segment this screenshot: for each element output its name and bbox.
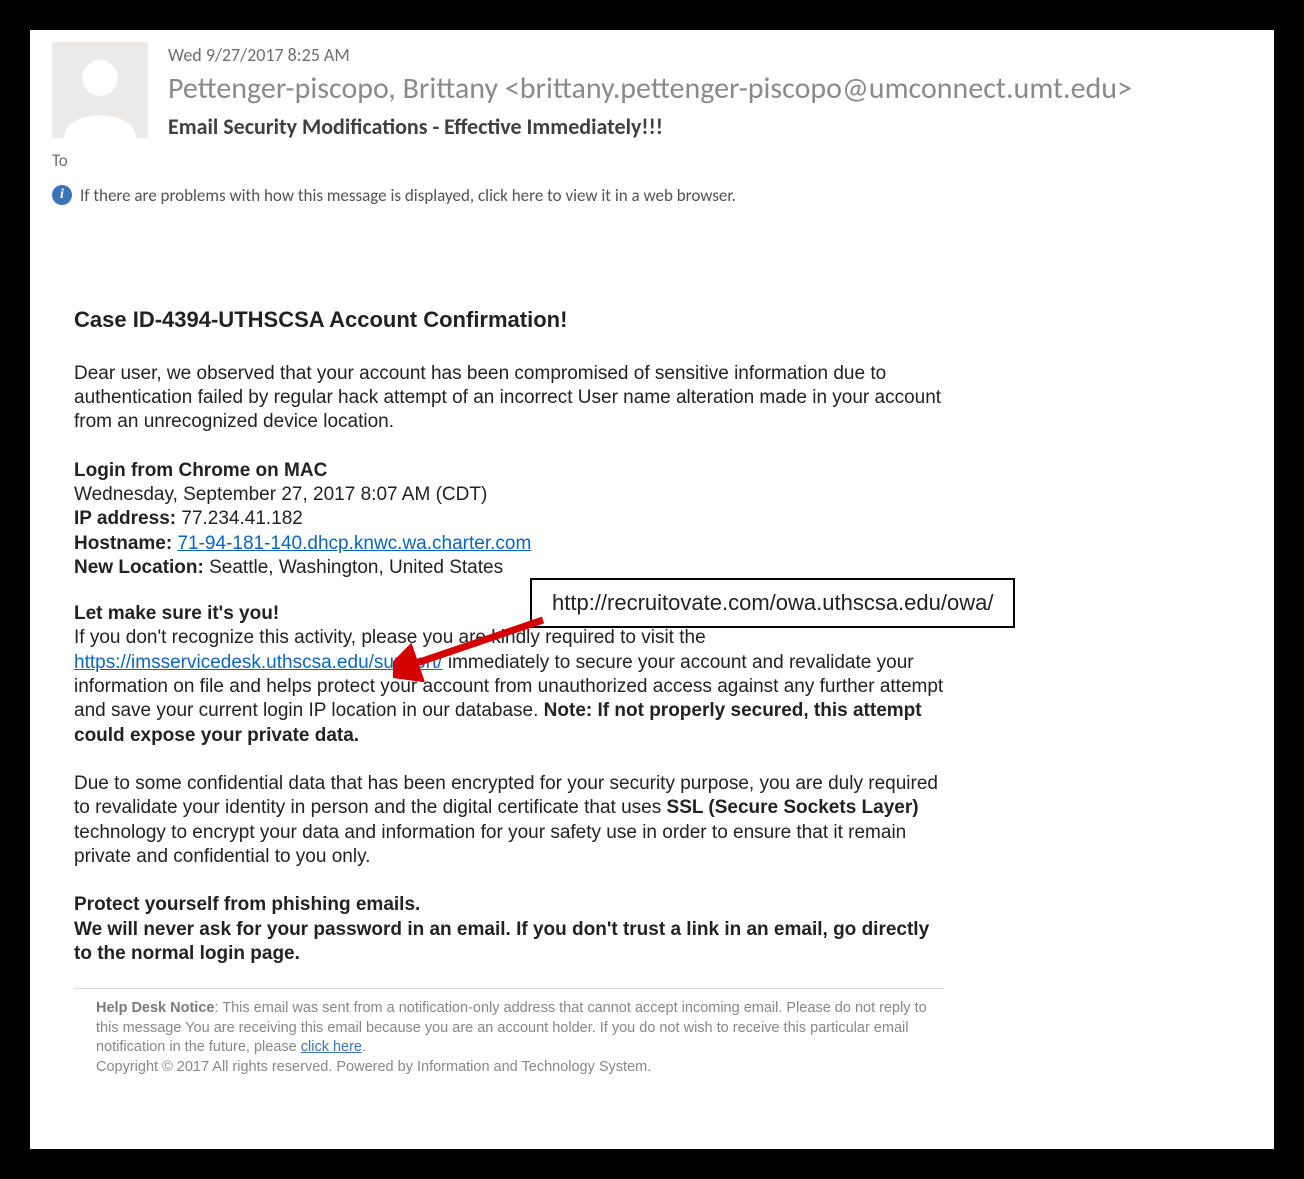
view-in-browser-bar[interactable]: i If there are problems with how this me… xyxy=(52,185,1252,206)
footer-label: Help Desk Notice xyxy=(96,1000,214,1016)
avatar xyxy=(52,42,148,138)
service-desk-link[interactable]: https://imsservicedesk.uthscsa.edu/suppo… xyxy=(74,652,443,673)
protect-line-2: We will never ask for your password in a… xyxy=(74,918,944,967)
url-callout-box: http://recruitovate.com/owa.uthscsa.edu/… xyxy=(530,578,1015,628)
email-subject: Email Security Modifications - Effective… xyxy=(168,113,1252,140)
body-paragraph-1: Dear user, we observed that your account… xyxy=(74,362,944,435)
login-time: Wednesday, September 27, 2017 8:07 AM (C… xyxy=(74,483,944,507)
body-title: Case ID-4394-UTHSCSA Account Confirmatio… xyxy=(74,306,944,334)
hostname-link[interactable]: 71-94-181-140.dhcp.knwc.wa.charter.com xyxy=(177,533,531,554)
person-silhouette-icon xyxy=(52,42,148,138)
location-value: Seattle, Washington, United States xyxy=(204,557,503,578)
location-label: New Location: xyxy=(74,557,204,578)
info-icon: i xyxy=(52,185,72,205)
footer-click-here-link[interactable]: click here xyxy=(301,1039,362,1055)
ssl-text: SSL (Secure Sockets Layer) xyxy=(667,797,919,818)
hostname-label: Hostname: xyxy=(74,533,172,554)
footer-copyright: Copyright © 2017 All rights reserved. Po… xyxy=(96,1059,651,1075)
protect-line-1: Protect yourself from phishing emails. xyxy=(74,893,944,917)
ip-value: 77.234.41.182 xyxy=(176,508,303,529)
body-paragraph-2: If you don't recognize this activity, pl… xyxy=(74,626,944,748)
login-heading: Login from Chrome on MAC xyxy=(74,459,944,483)
footer: Help Desk Notice: This email was sent fr… xyxy=(74,999,944,1077)
divider xyxy=(74,988,944,989)
callout-url: http://recruitovate.com/owa.uthscsa.edu/… xyxy=(552,590,993,615)
body-paragraph-3: Due to some confidential data that has b… xyxy=(74,772,944,869)
email-from: Pettenger-piscopo, Brittany <brittany.pe… xyxy=(168,72,1252,107)
email-body: Case ID-4394-UTHSCSA Account Confirmatio… xyxy=(52,306,944,1078)
email-timestamp: Wed 9/27/2017 8:25 AM xyxy=(168,44,1252,66)
infobar-text: If there are problems with how this mess… xyxy=(80,185,736,206)
to-label: To xyxy=(52,150,1252,171)
ip-label: IP address: xyxy=(74,508,176,529)
